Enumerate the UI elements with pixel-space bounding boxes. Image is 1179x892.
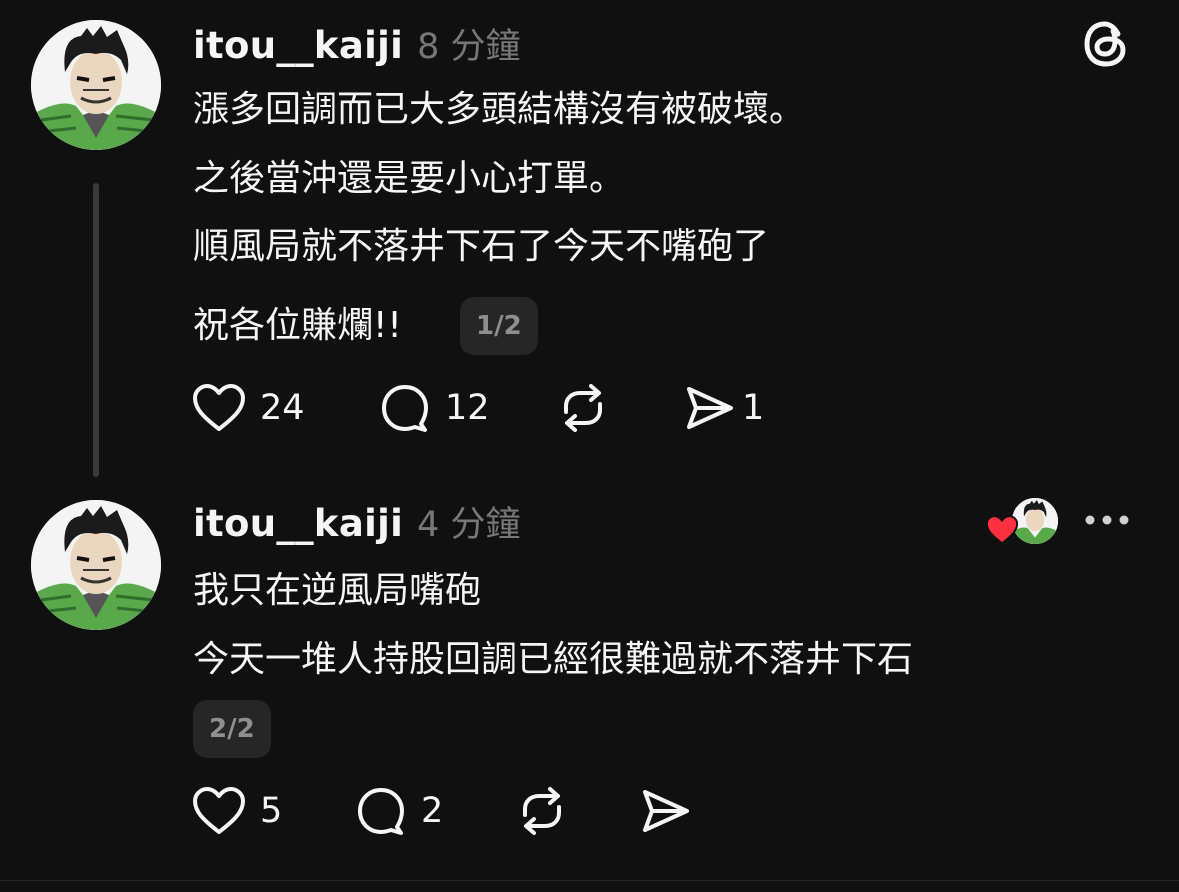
like-count: 24 [260, 388, 305, 428]
share-count: 1 [742, 388, 765, 428]
share-button[interactable] [640, 781, 692, 841]
heart-icon [192, 383, 246, 433]
like-button[interactable]: 24 [192, 378, 305, 438]
username[interactable]: itou__kaiji [193, 502, 403, 545]
share-button[interactable]: 1 [684, 378, 764, 438]
avatar[interactable] [31, 500, 161, 630]
post-text-line: 今天一堆人持股回調已經很難過就不落井下石 [193, 639, 914, 680]
threads-logo-icon[interactable] [1078, 16, 1134, 76]
repost-button[interactable] [556, 378, 610, 438]
red-heart-icon [985, 514, 1019, 550]
like-button[interactable]: 5 [192, 781, 282, 841]
page-indicator: 1/2 [460, 297, 538, 355]
reply-count: 12 [445, 388, 490, 428]
reply-button[interactable]: 2 [355, 781, 443, 841]
divider [0, 880, 1179, 881]
page-indicator: 2/2 [193, 700, 271, 758]
post-text-line: 順風局就不落井下石了今天不嘴砲了 [193, 226, 770, 267]
thread-connector-line [93, 183, 99, 477]
reply-count: 2 [421, 791, 444, 831]
send-icon [640, 786, 692, 836]
like-count: 5 [260, 791, 283, 831]
post-text-line: 我只在逆風局嘴砲 [193, 570, 482, 611]
post-time: 4 分鐘 [417, 505, 521, 545]
post-header: itou__kaiji 8 分鐘 [193, 18, 520, 70]
post-text-line: 之後當沖還是要小心打單。 [193, 158, 626, 199]
post-time: 8 分鐘 [417, 27, 521, 67]
repost-button[interactable] [515, 781, 569, 841]
send-icon [684, 383, 736, 433]
repost-icon [515, 785, 569, 837]
post-actions: 5 2 [192, 781, 892, 841]
reply-button[interactable]: 12 [379, 378, 490, 438]
post-actions: 24 12 1 [192, 378, 892, 438]
heart-icon [192, 786, 246, 836]
avatar[interactable] [31, 20, 161, 150]
post-text-line: 祝各位賺爛!! [193, 305, 402, 346]
username[interactable]: itou__kaiji [193, 24, 403, 67]
post-header: itou__kaiji 4 分鐘 [193, 496, 520, 548]
more-dots-icon[interactable] [1082, 508, 1132, 536]
comment-icon [355, 785, 407, 837]
comment-icon [379, 382, 431, 434]
repost-icon [556, 382, 610, 434]
post-text-line: 漲多回調而已大多頭結構沒有被破壞。 [193, 89, 806, 130]
